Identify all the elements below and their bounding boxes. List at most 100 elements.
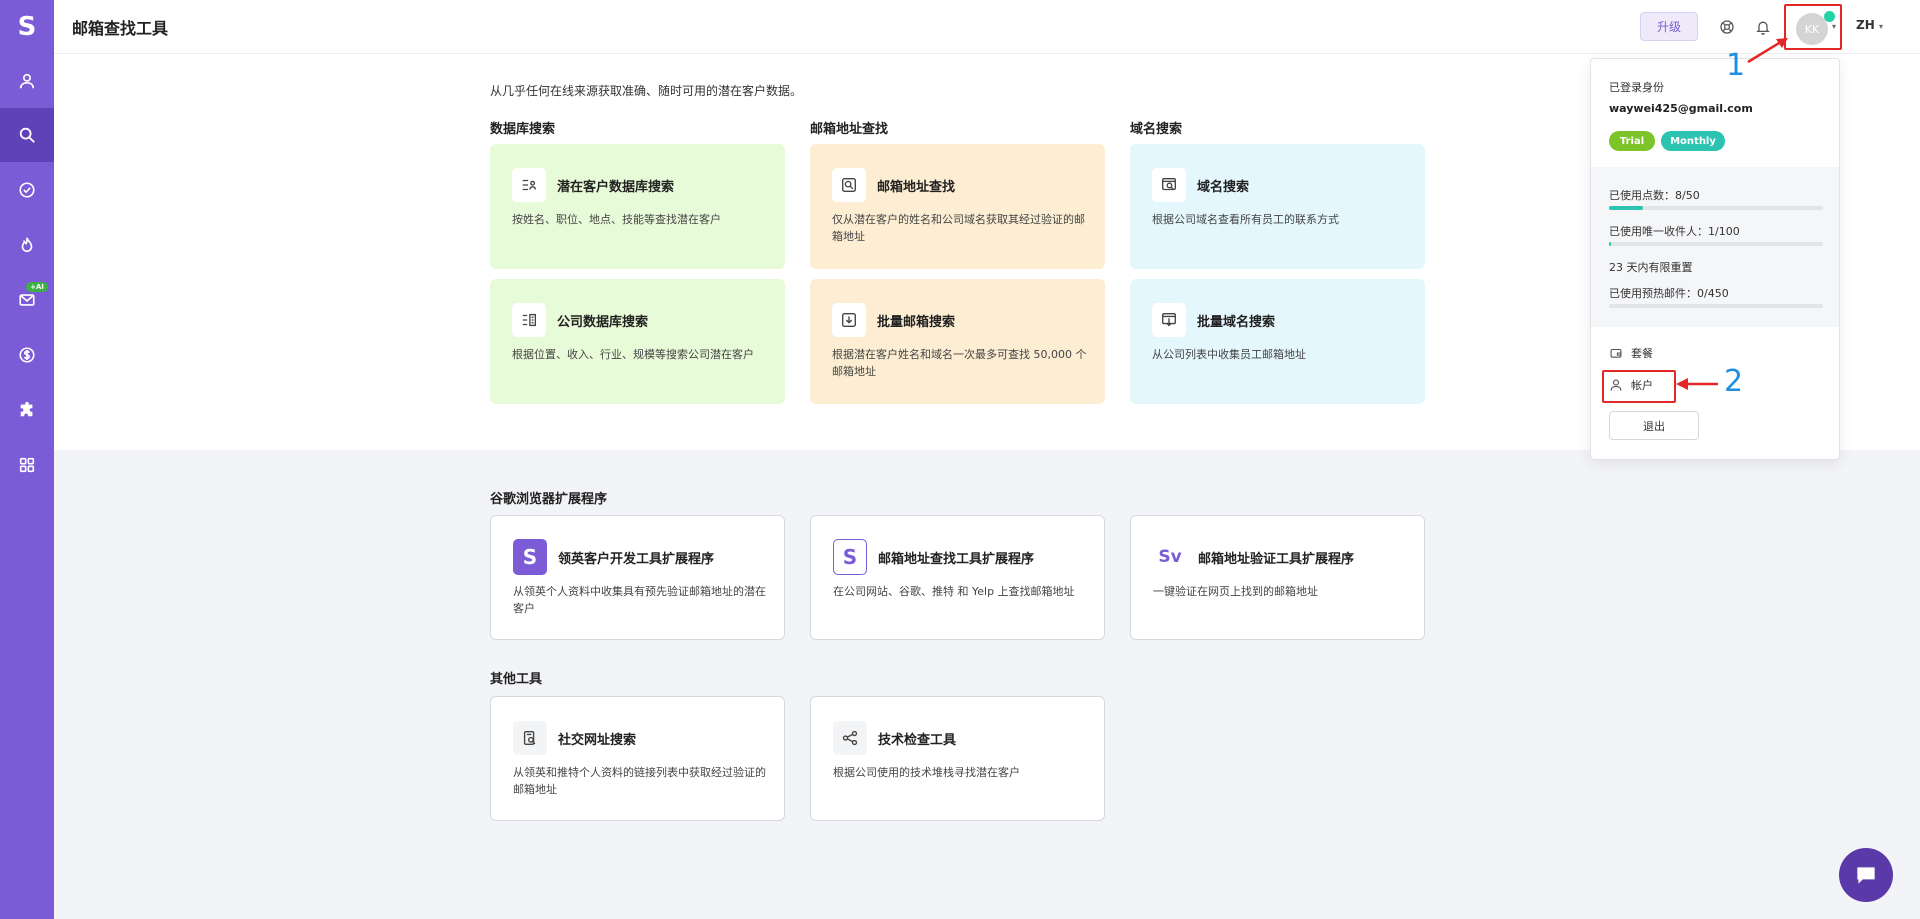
logout-button[interactable]: 退出 [1609, 411, 1699, 440]
plan-badge-trial: Trial [1609, 131, 1655, 151]
extension-logo-icon: S [513, 539, 547, 575]
sidebar-item-verify[interactable] [0, 163, 54, 217]
section-title-database: 数据库搜索 [490, 122, 556, 137]
annotation-number-2: 2 [1724, 364, 1744, 399]
puzzle-icon [20, 401, 33, 417]
support-icon[interactable] [1716, 16, 1738, 38]
recipients-progress-fill [1609, 242, 1612, 246]
chat-icon [1857, 867, 1875, 884]
menu-item-label: 帐户 [1631, 379, 1653, 392]
card-desc: 仅从潜在客户的姓名和公司域名获取其经过验证的邮箱地址 [832, 213, 1085, 243]
card-title: 邮箱地址查找工具扩展程序 [878, 552, 1035, 567]
share-nodes-icon [833, 721, 867, 755]
card-title: 潜在客户数据库搜索 [557, 180, 675, 195]
chevron-down-icon[interactable]: ▾ [1832, 22, 1836, 31]
account-email: waywei425@gmail.com [1609, 102, 1753, 115]
mail-icon [19, 294, 35, 306]
tool-card-domain-search[interactable]: 域名搜索 根据公司域名查看所有员工的联系方式 [1130, 144, 1425, 269]
sidebar-item-deals[interactable] [0, 328, 54, 382]
card-title: 技术检查工具 [878, 733, 957, 748]
sidebar-item-warmup[interactable] [0, 218, 54, 272]
extension-card-email-verifier[interactable]: Sv 邮箱地址验证工具扩展程序 一键验证在网页上找到的邮箱地址 [1130, 515, 1425, 640]
list-user-icon [512, 168, 546, 202]
top-header: 邮箱查找工具 升级 KK ▾ ZH ▾ [54, 0, 1920, 54]
intro-text: 从几乎任何在线来源获取准确、随时可用的潜在客户数据。 [490, 84, 803, 98]
menu-item-account[interactable]: 帐户 [1609, 377, 1653, 393]
app-logo[interactable]: S [0, 0, 54, 54]
online-status-dot [1824, 11, 1835, 22]
card-title: 社交网址搜索 [558, 733, 637, 748]
ai-badge: +AI [26, 282, 48, 292]
card-title: 邮箱地址查找 [877, 180, 956, 195]
menu-item-label: 套餐 [1631, 347, 1653, 360]
apps-grid-icon [19, 457, 35, 473]
sidebar-item-prospects[interactable] [0, 54, 54, 108]
card-desc: 根据潜在客户姓名和域名一次最多可查找 50,000 个邮箱地址 [832, 348, 1087, 378]
page-title: 邮箱查找工具 [72, 19, 169, 38]
search-icon [19, 127, 35, 143]
sidebar-item-integrations[interactable] [0, 383, 54, 437]
annotation-arrow-1 [1747, 38, 1788, 64]
card-title: 领英客户开发工具扩展程序 [558, 552, 715, 567]
logged-in-label: 已登录身份 [1609, 81, 1664, 94]
card-title: 批量邮箱搜索 [877, 315, 956, 330]
chat-support-button[interactable] [1839, 848, 1893, 902]
card-desc: 根据位置、收入、行业、规模等搜索公司潜在客户 [512, 348, 754, 361]
usage-recipients: 已使用唯一收件人：1/100 [1609, 225, 1740, 238]
warmup-progress-bar [1609, 304, 1823, 308]
card-title: 批量域名搜索 [1197, 315, 1276, 330]
section-title-domain: 域名搜索 [1130, 122, 1183, 137]
card-title: 公司数据库搜索 [557, 315, 649, 330]
flame-icon [21, 237, 33, 253]
check-circle-icon [19, 182, 35, 198]
card-desc: 从领英个人资料中收集具有预先验证邮箱地址的潜在客户 [513, 585, 766, 615]
account-dropdown: 已登录身份 waywei425@gmail.com Trial Monthly … [1590, 58, 1840, 460]
section-title-email-finder: 邮箱地址查找 [810, 122, 889, 137]
sidebar-item-apps[interactable] [0, 438, 54, 492]
recipients-progress-bar [1609, 242, 1823, 246]
annotation-number-1: 1 [1726, 48, 1746, 83]
menu-item-plans[interactable]: 套餐 [1609, 345, 1653, 361]
card-desc: 从公司列表中收集员工邮箱地址 [1152, 348, 1306, 361]
plan-badge-monthly: Monthly [1661, 131, 1725, 151]
social-url-icon [513, 721, 547, 755]
tool-card-prospect-db[interactable]: 潜在客户数据库搜索 按姓名、职位、地点、技能等查找潜在客户 [490, 144, 785, 269]
annotation-arrow-2 [1676, 378, 1718, 390]
tool-card-bulk-email[interactable]: 批量邮箱搜索 根据潜在客户姓名和域名一次最多可查找 50,000 个邮箱地址 [810, 279, 1105, 404]
language-label: ZH [1856, 18, 1875, 32]
sidebar: S +AI [0, 0, 54, 919]
chevron-down-icon: ▾ [1878, 22, 1883, 31]
language-selector[interactable]: ZH ▾ [1856, 18, 1883, 32]
card-desc: 一键验证在网页上找到的邮箱地址 [1153, 585, 1318, 598]
sidebar-item-campaigns[interactable]: +AI [0, 273, 54, 327]
usage-credits: 已使用点数：8/50 [1609, 189, 1700, 202]
card-title: 域名搜索 [1197, 180, 1250, 195]
domain-search-icon [1152, 168, 1186, 202]
tool-card-email-finder[interactable]: 邮箱地址查找 仅从潜在客户的姓名和公司域名获取其经过验证的邮箱地址 [810, 144, 1105, 269]
extension-logo-icon: Sv [1153, 539, 1187, 575]
extension-card-email-finder[interactable]: S 邮箱地址查找工具扩展程序 在公司网站、谷歌、推特 和 Yelp 上查找邮箱地… [810, 515, 1105, 640]
credits-progress-bar [1609, 206, 1823, 210]
list-building-icon [512, 303, 546, 337]
user-icon [19, 73, 35, 89]
bulk-email-icon [832, 303, 866, 337]
tool-card-social-url[interactable]: 社交网址搜索 从领英和推特个人资料的链接列表中获取经过验证的邮箱地址 [490, 696, 785, 821]
card-desc: 根据公司使用的技术堆栈寻找潜在客户 [833, 766, 1020, 779]
card-desc: 根据公司域名查看所有员工的联系方式 [1152, 213, 1339, 226]
section-title-extensions: 谷歌浏览器扩展程序 [490, 492, 608, 507]
tool-card-company-db[interactable]: 公司数据库搜索 根据位置、收入、行业、规模等搜索公司潜在客户 [490, 279, 785, 404]
section-title-other-tools: 其他工具 [490, 672, 543, 687]
dollar-icon [19, 347, 35, 363]
tool-card-bulk-domain[interactable]: 批量域名搜索 从公司列表中收集员工邮箱地址 [1130, 279, 1425, 404]
usage-warmup: 已使用预热邮件：0/450 [1609, 287, 1729, 300]
bulk-domain-icon [1152, 303, 1186, 337]
upgrade-button[interactable]: 升级 [1640, 12, 1698, 41]
tool-card-tech-lookup[interactable]: 技术检查工具 根据公司使用的技术堆栈寻找潜在客户 [810, 696, 1105, 821]
email-search-icon [832, 168, 866, 202]
reset-note: 23 天内有限重置 [1609, 261, 1693, 274]
credits-progress-fill [1609, 206, 1644, 210]
card-desc: 在公司网站、谷歌、推特 和 Yelp 上查找邮箱地址 [833, 585, 1075, 598]
user-icon [1610, 379, 1622, 391]
extension-card-linkedin[interactable]: S 领英客户开发工具扩展程序 从领英个人资料中收集具有预先验证邮箱地址的潜在客户 [490, 515, 785, 640]
sidebar-item-search[interactable] [0, 108, 54, 162]
